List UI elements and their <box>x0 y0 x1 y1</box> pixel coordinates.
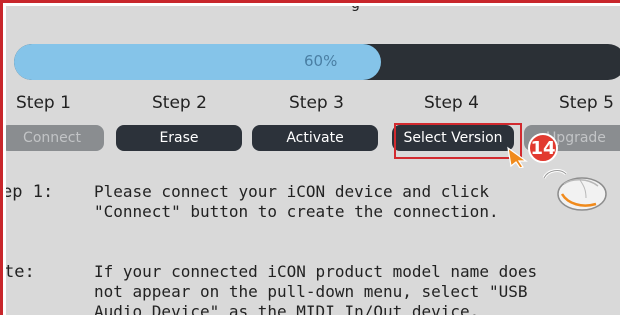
info-note-label: te: <box>6 262 35 282</box>
info-note-text: If your connected iCON product model nam… <box>94 262 538 315</box>
info-step-label: ep 1: <box>6 182 54 202</box>
step-3-label: Step 3 <box>289 93 344 113</box>
erase-button[interactable]: Erase <box>116 125 242 151</box>
cut-off-title: g <box>351 6 360 12</box>
screenshot-frame: g 60% Step 1 Step 2 Step 3 Step 4 Step 5… <box>0 0 620 315</box>
step-1-label: Step 1 <box>16 93 71 113</box>
info-step-text: Please connect your iCON device and clic… <box>94 182 499 221</box>
activate-button[interactable]: Activate <box>252 125 378 151</box>
step-4-label: Step 4 <box>424 93 479 113</box>
step-2-label: Step 2 <box>152 93 207 113</box>
firmware-upgrade-panel: g 60% Step 1 Step 2 Step 3 Step 4 Step 5… <box>6 6 620 315</box>
step-number-badge: 14 <box>528 133 558 163</box>
step-5-label: Step 5 <box>559 93 614 113</box>
select-version-highlight <box>394 123 522 159</box>
connect-button[interactable]: Connect <box>6 125 104 151</box>
progress-percent-label: 60% <box>304 52 338 70</box>
